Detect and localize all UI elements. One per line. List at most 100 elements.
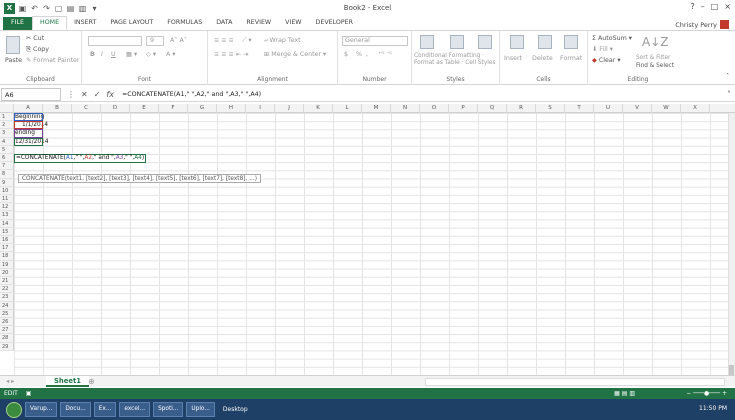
column-header[interactable]: P (449, 104, 478, 113)
expand-formula-bar-icon[interactable]: ˅ (727, 90, 731, 99)
column-header[interactable]: J (275, 104, 304, 113)
row-header[interactable]: 9 (0, 178, 14, 187)
delete-cells-icon[interactable] (538, 35, 552, 49)
more-options-icon[interactable]: ⋮ (67, 90, 75, 99)
taskbar-item-5[interactable]: Spoti... (153, 402, 184, 417)
row-header[interactable]: 2 (0, 121, 14, 130)
customize-qa-icon[interactable]: ▾ (90, 4, 99, 13)
column-header[interactable]: I (246, 104, 275, 113)
column-header[interactable]: Q (478, 104, 507, 113)
font-size-combo[interactable]: 9 (146, 36, 164, 46)
column-header[interactable]: E (130, 104, 159, 113)
cell-a6-editing[interactable]: =CONCATENATE(A1," ",A2," and ",A3," ",A4… (14, 154, 147, 163)
tab-data[interactable]: DATA (209, 17, 239, 30)
cell-styles-label[interactable]: Cell Styles (465, 60, 495, 66)
row-header[interactable]: 11 (0, 195, 14, 204)
select-all-corner[interactable] (0, 104, 14, 113)
sheet-nav-icons[interactable]: ◂ ▸ (6, 378, 14, 385)
column-header[interactable]: N (391, 104, 420, 113)
column-header[interactable]: G (188, 104, 217, 113)
column-header[interactable]: H (217, 104, 246, 113)
autosum-button[interactable]: Σ AutoSum ▾ (592, 35, 632, 42)
start-button-icon[interactable] (6, 401, 22, 418)
row-header[interactable]: 7 (0, 162, 14, 171)
new-icon[interactable]: ▢ (54, 4, 63, 13)
row-header[interactable]: 23 (0, 293, 14, 302)
tab-insert[interactable]: INSERT (67, 17, 103, 30)
row-header[interactable]: 21 (0, 277, 14, 286)
row-header[interactable]: 24 (0, 301, 14, 310)
row-header[interactable]: 26 (0, 318, 14, 327)
cancel-icon[interactable]: ✕ (81, 90, 88, 99)
taskbar-item-4[interactable]: excel... (119, 402, 151, 417)
font-color-icon[interactable]: A ▾ (166, 51, 175, 58)
wrap-text-button[interactable]: ⤶ Wrap Text (264, 37, 301, 45)
help-icon[interactable]: ? (690, 2, 694, 11)
copy-button[interactable]: ⎘ Copy (26, 46, 49, 54)
row-header[interactable]: 16 (0, 236, 14, 245)
bold-button[interactable]: B (90, 51, 95, 58)
macro-record-icon[interactable]: ▣ (26, 390, 32, 397)
row-header[interactable]: 27 (0, 326, 14, 335)
horizontal-align-icons[interactable]: ≡ ≡ ≡ ⇤ ⇥ (214, 51, 248, 58)
redo-icon[interactable]: ↷ (42, 4, 51, 13)
vertical-align-icons[interactable]: ≡ ≡ ≡ (214, 37, 234, 44)
taskbar-item-3[interactable]: Ex... (93, 402, 117, 417)
row-header[interactable]: 18 (0, 252, 14, 261)
cut-button[interactable]: ✂ Cut (26, 35, 44, 42)
row-header[interactable]: 6 (0, 154, 14, 163)
merge-center-button[interactable]: ⊞ Merge & Center ▾ (264, 51, 326, 58)
clear-button[interactable]: ◆ Clear ▾ (592, 57, 621, 64)
worksheet-grid[interactable]: ABCDEFGHIJKLMNOPQRSTUVWX 1 2 3 4 5 6 7 8 9 10 11 12… (0, 104, 735, 375)
tab-view[interactable]: VIEW (278, 17, 308, 30)
column-header[interactable]: L (333, 104, 362, 113)
formula-input[interactable]: =CONCATENATE(A1," ",A2," and ",A3," ",A4… (122, 91, 261, 98)
italic-button[interactable]: I (101, 51, 103, 58)
insert-button[interactable]: Insert (504, 55, 522, 62)
column-header[interactable]: D (101, 104, 130, 113)
column-header[interactable]: V (623, 104, 652, 113)
taskbar-item-6[interactable]: Uplo... (186, 402, 215, 417)
sort-filter-button[interactable]: Sort & Filter (636, 55, 670, 61)
zoom-slider[interactable]: − ───●─── + (686, 388, 727, 399)
collapse-ribbon-icon[interactable]: ˄ (726, 73, 729, 80)
row-header[interactable]: 10 (0, 186, 14, 195)
insert-cells-icon[interactable] (510, 35, 524, 49)
delete-button[interactable]: Delete (532, 55, 553, 62)
vertical-scrollbar[interactable] (728, 113, 735, 375)
row-header[interactable]: 3 (0, 129, 14, 138)
format-cells-icon[interactable] (564, 35, 578, 49)
insert-function-icon[interactable]: fx (106, 90, 114, 99)
column-header[interactable]: C (72, 104, 101, 113)
find-select-button[interactable]: Find & Select (636, 63, 674, 69)
close-icon[interactable]: × (724, 2, 731, 11)
column-header[interactable]: O (420, 104, 449, 113)
grow-shrink-font-icon[interactable]: A˄ A˅ (170, 37, 187, 44)
column-header[interactable]: U (594, 104, 623, 113)
row-header[interactable]: 25 (0, 309, 14, 318)
paste-icon[interactable] (6, 36, 20, 54)
underline-button[interactable]: U (111, 51, 116, 58)
tab-formulas[interactable]: FORMULAS (160, 17, 209, 30)
row-header[interactable]: 8 (0, 170, 14, 179)
cell-styles-icon[interactable] (478, 35, 492, 49)
open-icon[interactable]: ▤ (66, 4, 75, 13)
minimize-icon[interactable]: – (701, 2, 705, 11)
percent-button[interactable]: % (356, 51, 362, 58)
decimal-icons[interactable]: ⁺⁰ ⁻⁰ (378, 51, 392, 58)
cells-area[interactable]: Beginning 1/1/2014 ending 12/31/2014 =CO… (14, 113, 728, 375)
number-format-combo[interactable]: General (342, 36, 408, 46)
view-buttons[interactable]: ▦ ▤ ▥ (614, 388, 635, 399)
format-button[interactable]: Format (560, 55, 582, 62)
row-header[interactable]: 17 (0, 244, 14, 253)
tab-file[interactable]: FILE (3, 17, 32, 30)
column-header[interactable]: A (14, 104, 43, 113)
taskbar-item-1[interactable]: Varup... (25, 402, 58, 417)
font-name-combo[interactable] (88, 36, 142, 46)
row-header[interactable]: 13 (0, 211, 14, 220)
save-icon[interactable]: ▣ (18, 4, 27, 13)
currency-button[interactable]: $ (344, 51, 348, 58)
orientation-icon[interactable]: ⟋ ▾ (242, 37, 252, 45)
row-header[interactable]: 28 (0, 334, 14, 343)
row-header[interactable]: 15 (0, 227, 14, 236)
